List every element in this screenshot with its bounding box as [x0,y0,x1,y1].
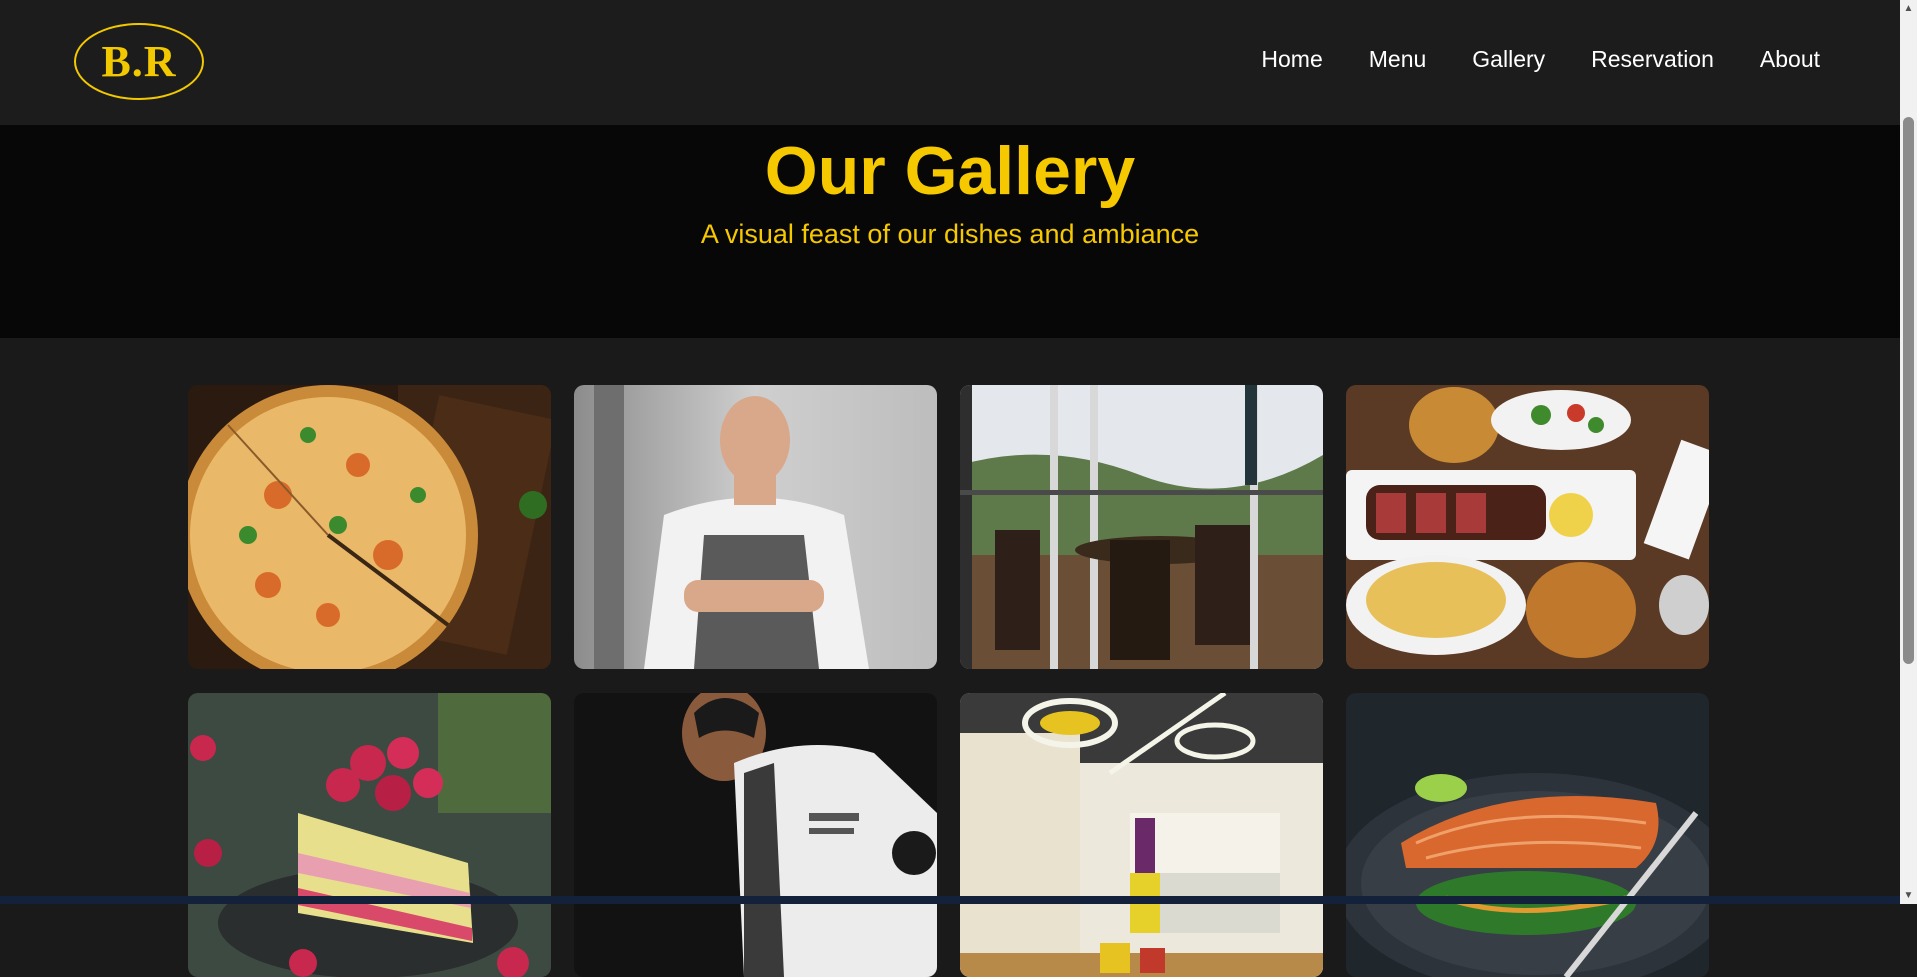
gallery-image-dining-terrace[interactable] [960,385,1323,669]
nav-reservation[interactable]: Reservation [1591,46,1714,73]
page-subtitle: A visual feast of our dishes and ambianc… [700,219,1200,249]
nav-gallery[interactable]: Gallery [1472,46,1545,73]
vertical-scrollbar[interactable]: ▲ ▼ [1900,0,1917,904]
site-header: B.R Home Menu Gallery Reservation About [0,0,1900,125]
gallery-image-chef[interactable] [574,385,937,669]
scroll-down-arrow-icon[interactable]: ▼ [1900,887,1917,904]
gallery-hero: Our Gallery A visual feast of our dishes… [0,125,1900,338]
gallery-image-raspberry-cake[interactable] [188,693,551,977]
nav-home[interactable]: Home [1261,46,1322,73]
logo[interactable]: B.R [74,23,204,100]
gallery-image-pizza[interactable] [188,385,551,669]
bottom-strip [0,896,1900,904]
page-title: Our Gallery [764,133,1136,209]
nav-menu[interactable]: Menu [1369,46,1427,73]
scroll-up-arrow-icon[interactable]: ▲ [1900,0,1917,17]
main-nav: Home Menu Gallery Reservation About [1261,46,1820,73]
gallery-grid [188,385,1709,977]
gallery-image-salmon-dish[interactable] [1346,693,1709,977]
gallery-image-restaurant-interior[interactable] [960,693,1323,977]
scrollbar-thumb[interactable] [1903,117,1914,664]
gallery-image-chef-cooking[interactable] [574,693,937,977]
nav-about[interactable]: About [1760,46,1820,73]
gallery-image-steak-platter[interactable] [1346,385,1709,669]
